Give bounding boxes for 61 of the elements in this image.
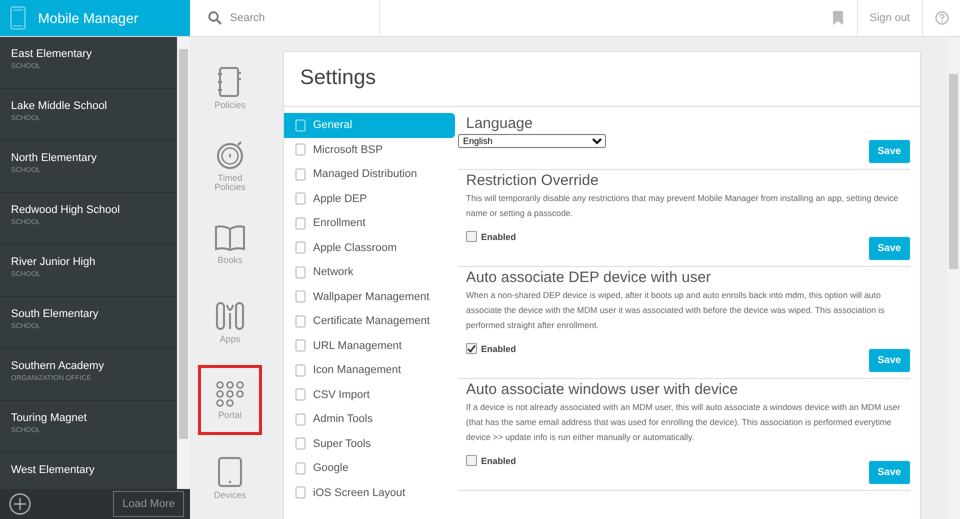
notebook-icon <box>217 66 243 96</box>
settings-menu-item[interactable]: URL Management <box>284 334 455 358</box>
stopwatch-icon <box>216 140 244 170</box>
section-description: This will temporarily disable any restrictions that may prevent Mobile Manager from installing an app, setting device name or setting a passcode. <box>466 192 900 220</box>
settings-menu-item[interactable]: iOS Screen Layout <box>284 480 455 505</box>
tablet-icon <box>294 192 307 206</box>
settings-menu-item[interactable]: Apple Classroom <box>284 236 455 260</box>
section-description: When a non-shared DEP device is wiped, after it boots up and auto enrolls back into mdm, this option will auto associate the device with the MDM user it was associated with before the device was wiped. This association is performed straight after enrollment. <box>466 289 886 332</box>
load-more-button[interactable]: Load More <box>113 491 184 517</box>
book-icon <box>214 224 246 252</box>
language-dropdown[interactable]: English <box>458 134 606 148</box>
settings-menu-item[interactable]: Apple DEP <box>284 186 455 211</box>
tablet-icon <box>294 339 307 352</box>
help-icon[interactable] <box>934 11 948 25</box>
tablet-icon <box>294 364 307 377</box>
tablet-icon <box>294 168 307 181</box>
tablet-icon <box>294 216 307 230</box>
settings-menu-item[interactable]: Managed Distribution <box>284 162 455 186</box>
tablet-icon <box>10 6 26 30</box>
settings-menu-item[interactable]: Enrollment <box>284 211 455 236</box>
tablet-icon <box>294 412 307 426</box>
settings-menu-item[interactable]: Network <box>284 260 455 284</box>
page-title: Settings <box>284 52 920 107</box>
settings-menu-item[interactable]: Certificate Management <box>284 309 455 334</box>
bookmark-icon[interactable] <box>832 11 843 25</box>
tablet-icon <box>294 118 307 132</box>
settings-menu-item[interactable]: Wallpaper Management <box>284 284 455 309</box>
settings-menu-item[interactable]: Microsoft BSP <box>284 138 455 162</box>
checkbox-label: Enabled <box>481 344 516 354</box>
section-description: If a device is not already associated with an MDM user, this will auto associate a windows device with an MDM user (that has the same email address that was used for enrolling the device). This association is performed everytime device >> update info is run either manually or automatically. <box>466 401 902 444</box>
section-title: Language <box>465 115 534 132</box>
tablet-icon <box>294 266 307 279</box>
tablet-icon <box>294 314 307 328</box>
tablet-icon <box>294 143 307 156</box>
app-title: Mobile Manager <box>38 10 138 26</box>
tablet-icon <box>294 486 307 500</box>
scrollbar[interactable] <box>177 37 190 489</box>
settings-menu-item[interactable]: Super Tools <box>284 432 455 456</box>
tablet-icon <box>294 290 307 304</box>
search-icon <box>208 11 222 25</box>
section-title: Auto associate windows user with device <box>466 381 739 398</box>
settings-menu-item[interactable]: Google <box>284 456 455 480</box>
section-title: Auto associate DEP device with user <box>466 269 712 286</box>
dot-grid-icon <box>216 380 244 406</box>
tablet-icon <box>294 462 307 475</box>
checkbox[interactable] <box>466 231 477 242</box>
tools-icon <box>215 300 245 330</box>
tablet-icon <box>218 456 242 486</box>
checkbox[interactable] <box>466 455 477 466</box>
checkbox-label: Enabled <box>481 456 516 466</box>
tablet-icon <box>294 241 307 254</box>
tablet-icon <box>294 437 307 450</box>
add-icon[interactable] <box>9 493 31 515</box>
settings-menu-item[interactable]: Icon Management <box>284 358 455 382</box>
settings-menu-item[interactable]: Admin Tools <box>284 407 455 432</box>
section-title: Restriction Override <box>466 172 600 189</box>
settings-menu-item[interactable]: CSV Import <box>284 382 455 407</box>
scrollbar[interactable] <box>947 37 960 519</box>
checkbox-label: Enabled <box>481 232 516 242</box>
tablet-icon <box>294 388 307 402</box>
checkbox[interactable] <box>466 343 477 354</box>
